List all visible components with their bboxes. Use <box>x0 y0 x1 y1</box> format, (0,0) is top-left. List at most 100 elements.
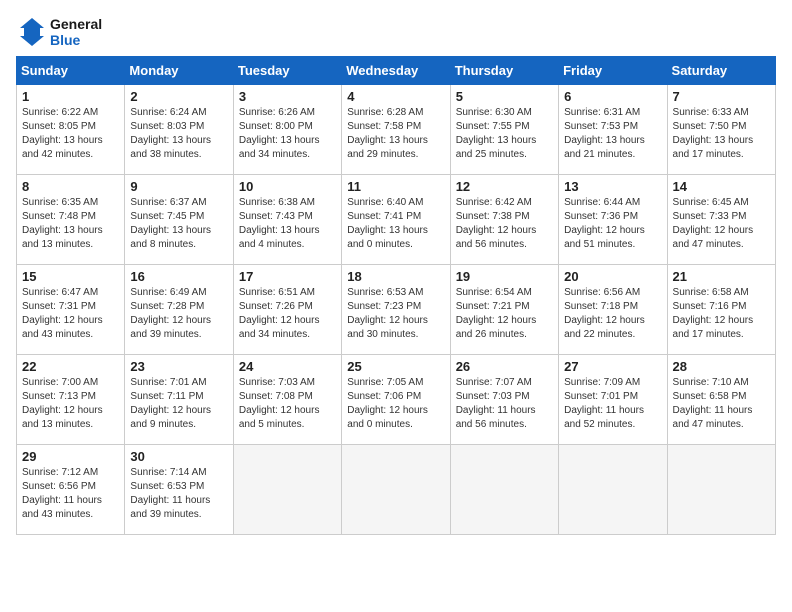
day-details: Sunrise: 6:45 AMSunset: 7:33 PMDaylight:… <box>673 196 770 252</box>
calendar-cell: 9 Sunrise: 6:37 AMSunset: 7:45 PMDaylight… <box>125 175 233 265</box>
day-details: Sunrise: 6:54 AMSunset: 7:21 PMDaylight:… <box>456 286 553 342</box>
day-number: 13 <box>564 179 661 194</box>
calendar-cell: 6 Sunrise: 6:31 AMSunset: 7:53 PMDaylight… <box>559 85 667 175</box>
day-number: 17 <box>239 269 336 284</box>
day-details: Sunrise: 7:03 AMSunset: 7:08 PMDaylight:… <box>239 376 336 432</box>
calendar-cell: 21 Sunrise: 6:58 AMSunset: 7:16 PMDayligh… <box>667 265 775 355</box>
day-number: 18 <box>347 269 444 284</box>
day-details: Sunrise: 6:42 AMSunset: 7:38 PMDaylight:… <box>456 196 553 252</box>
day-details: Sunrise: 6:35 AMSunset: 7:48 PMDaylight:… <box>22 196 119 252</box>
calendar-cell: 24 Sunrise: 7:03 AMSunset: 7:08 PMDayligh… <box>233 355 341 445</box>
day-details: Sunrise: 6:56 AMSunset: 7:18 PMDaylight:… <box>564 286 661 342</box>
header-wednesday: Wednesday <box>342 57 450 85</box>
day-details: Sunrise: 7:09 AMSunset: 7:01 PMDaylight:… <box>564 376 661 432</box>
day-number: 16 <box>130 269 227 284</box>
page-header: General Blue <box>16 16 776 48</box>
day-details: Sunrise: 6:53 AMSunset: 7:23 PMDaylight:… <box>347 286 444 342</box>
calendar-cell: 20 Sunrise: 6:56 AMSunset: 7:18 PMDayligh… <box>559 265 667 355</box>
day-details: Sunrise: 6:26 AMSunset: 8:00 PMDaylight:… <box>239 106 336 162</box>
day-details: Sunrise: 7:10 AMSunset: 6:58 PMDaylight:… <box>673 376 770 432</box>
day-details: Sunrise: 6:30 AMSunset: 7:55 PMDaylight:… <box>456 106 553 162</box>
calendar-cell <box>233 445 341 535</box>
calendar-cell: 10 Sunrise: 6:38 AMSunset: 7:43 PMDayligh… <box>233 175 341 265</box>
day-details: Sunrise: 6:33 AMSunset: 7:50 PMDaylight:… <box>673 106 770 162</box>
header-thursday: Thursday <box>450 57 558 85</box>
calendar-cell: 11 Sunrise: 6:40 AMSunset: 7:41 PMDayligh… <box>342 175 450 265</box>
logo-general-text: General <box>50 16 102 32</box>
calendar-cell: 8 Sunrise: 6:35 AMSunset: 7:48 PMDaylight… <box>17 175 125 265</box>
day-details: Sunrise: 7:14 AMSunset: 6:53 PMDaylight:… <box>130 466 227 522</box>
day-details: Sunrise: 6:24 AMSunset: 8:03 PMDaylight:… <box>130 106 227 162</box>
day-details: Sunrise: 7:00 AMSunset: 7:13 PMDaylight:… <box>22 376 119 432</box>
day-details: Sunrise: 6:58 AMSunset: 7:16 PMDaylight:… <box>673 286 770 342</box>
logo: General Blue <box>16 16 102 48</box>
day-number: 3 <box>239 89 336 104</box>
day-details: Sunrise: 7:07 AMSunset: 7:03 PMDaylight:… <box>456 376 553 432</box>
header-monday: Monday <box>125 57 233 85</box>
day-number: 8 <box>22 179 119 194</box>
calendar-cell: 3 Sunrise: 6:26 AMSunset: 8:00 PMDaylight… <box>233 85 341 175</box>
calendar-cell: 25 Sunrise: 7:05 AMSunset: 7:06 PMDayligh… <box>342 355 450 445</box>
day-number: 21 <box>673 269 770 284</box>
day-number: 19 <box>456 269 553 284</box>
day-number: 24 <box>239 359 336 374</box>
calendar-header: SundayMondayTuesdayWednesdayThursdayFrid… <box>17 57 776 85</box>
day-details: Sunrise: 6:31 AMSunset: 7:53 PMDaylight:… <box>564 106 661 162</box>
calendar-cell: 13 Sunrise: 6:44 AMSunset: 7:36 PMDayligh… <box>559 175 667 265</box>
day-number: 28 <box>673 359 770 374</box>
day-details: Sunrise: 7:12 AMSunset: 6:56 PMDaylight:… <box>22 466 119 522</box>
calendar-week-1: 1Sunrise: 6:22 AMSunset: 8:05 PMDaylight… <box>17 85 776 175</box>
day-details: Sunrise: 6:51 AMSunset: 7:26 PMDaylight:… <box>239 286 336 342</box>
header-sunday: Sunday <box>17 57 125 85</box>
day-number: 5 <box>456 89 553 104</box>
calendar-cell: 2 Sunrise: 6:24 AMSunset: 8:03 PMDaylight… <box>125 85 233 175</box>
day-number: 2 <box>130 89 227 104</box>
day-number: 10 <box>239 179 336 194</box>
calendar-cell <box>559 445 667 535</box>
header-row: SundayMondayTuesdayWednesdayThursdayFrid… <box>17 57 776 85</box>
logo-svg <box>16 16 48 48</box>
day-number: 29 <box>22 449 119 464</box>
calendar-cell: 22Sunrise: 7:00 AMSunset: 7:13 PMDayligh… <box>17 355 125 445</box>
calendar-week-4: 22Sunrise: 7:00 AMSunset: 7:13 PMDayligh… <box>17 355 776 445</box>
day-number: 7 <box>673 89 770 104</box>
calendar-cell: 12Sunrise: 6:42 AMSunset: 7:38 PMDayligh… <box>450 175 558 265</box>
calendar-cell: 27Sunrise: 7:09 AMSunset: 7:01 PMDayligh… <box>559 355 667 445</box>
day-number: 25 <box>347 359 444 374</box>
header-saturday: Saturday <box>667 57 775 85</box>
day-number: 9 <box>130 179 227 194</box>
day-details: Sunrise: 7:01 AMSunset: 7:11 PMDaylight:… <box>130 376 227 432</box>
calendar-week-5: 29 Sunrise: 7:12 AMSunset: 6:56 PMDayligh… <box>17 445 776 535</box>
calendar-cell <box>342 445 450 535</box>
day-number: 14 <box>673 179 770 194</box>
day-number: 6 <box>564 89 661 104</box>
calendar-cell: 7 Sunrise: 6:33 AMSunset: 7:50 PMDaylight… <box>667 85 775 175</box>
calendar-cell: 14 Sunrise: 6:45 AMSunset: 7:33 PMDayligh… <box>667 175 775 265</box>
calendar-cell: 29 Sunrise: 7:12 AMSunset: 6:56 PMDayligh… <box>17 445 125 535</box>
day-details: Sunrise: 7:05 AMSunset: 7:06 PMDaylight:… <box>347 376 444 432</box>
day-details: Sunrise: 6:38 AMSunset: 7:43 PMDaylight:… <box>239 196 336 252</box>
day-number: 20 <box>564 269 661 284</box>
logo-blue-text: Blue <box>50 32 102 48</box>
day-number: 4 <box>347 89 444 104</box>
day-details: Sunrise: 6:37 AMSunset: 7:45 PMDaylight:… <box>130 196 227 252</box>
calendar-cell: 16Sunrise: 6:49 AMSunset: 7:28 PMDayligh… <box>125 265 233 355</box>
calendar-cell <box>450 445 558 535</box>
header-tuesday: Tuesday <box>233 57 341 85</box>
day-number: 15 <box>22 269 119 284</box>
day-details: Sunrise: 6:28 AMSunset: 7:58 PMDaylight:… <box>347 106 444 162</box>
day-details: Sunrise: 6:40 AMSunset: 7:41 PMDaylight:… <box>347 196 444 252</box>
header-friday: Friday <box>559 57 667 85</box>
day-details: Sunrise: 6:44 AMSunset: 7:36 PMDaylight:… <box>564 196 661 252</box>
calendar-cell: 4 Sunrise: 6:28 AMSunset: 7:58 PMDaylight… <box>342 85 450 175</box>
calendar-cell: 1Sunrise: 6:22 AMSunset: 8:05 PMDaylight… <box>17 85 125 175</box>
calendar-cell: 15 Sunrise: 6:47 AMSunset: 7:31 PMDayligh… <box>17 265 125 355</box>
calendar-table: SundayMondayTuesdayWednesdayThursdayFrid… <box>16 56 776 535</box>
day-details: Sunrise: 6:47 AMSunset: 7:31 PMDaylight:… <box>22 286 119 342</box>
calendar-week-3: 15 Sunrise: 6:47 AMSunset: 7:31 PMDayligh… <box>17 265 776 355</box>
day-number: 11 <box>347 179 444 194</box>
day-number: 23 <box>130 359 227 374</box>
day-number: 30 <box>130 449 227 464</box>
calendar-cell: 26Sunrise: 7:07 AMSunset: 7:03 PMDayligh… <box>450 355 558 445</box>
calendar-cell: 23 Sunrise: 7:01 AMSunset: 7:11 PMDayligh… <box>125 355 233 445</box>
